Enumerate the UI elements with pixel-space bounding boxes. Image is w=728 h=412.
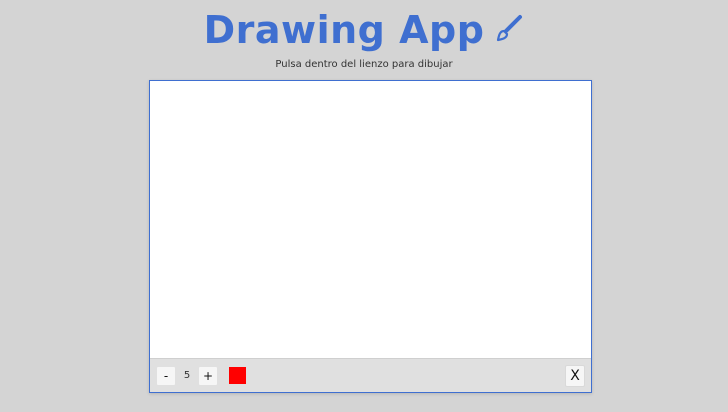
increase-size-button[interactable]: + [198, 365, 218, 386]
app-title: Drawing App [203, 8, 485, 52]
paintbrush-icon [494, 14, 524, 44]
brush-size-value: 5 [183, 370, 191, 381]
instruction-text: Pulsa dentro del lienzo para dibujar [275, 59, 453, 70]
toolbox: - 5 + X [150, 358, 591, 392]
clear-canvas-button[interactable]: X [565, 364, 585, 387]
drawing-panel: - 5 + X [149, 80, 592, 393]
color-picker[interactable] [228, 366, 247, 385]
drawing-canvas[interactable] [150, 81, 591, 358]
decrease-size-button[interactable]: - [156, 365, 176, 386]
header: Drawing App [0, 0, 728, 56]
